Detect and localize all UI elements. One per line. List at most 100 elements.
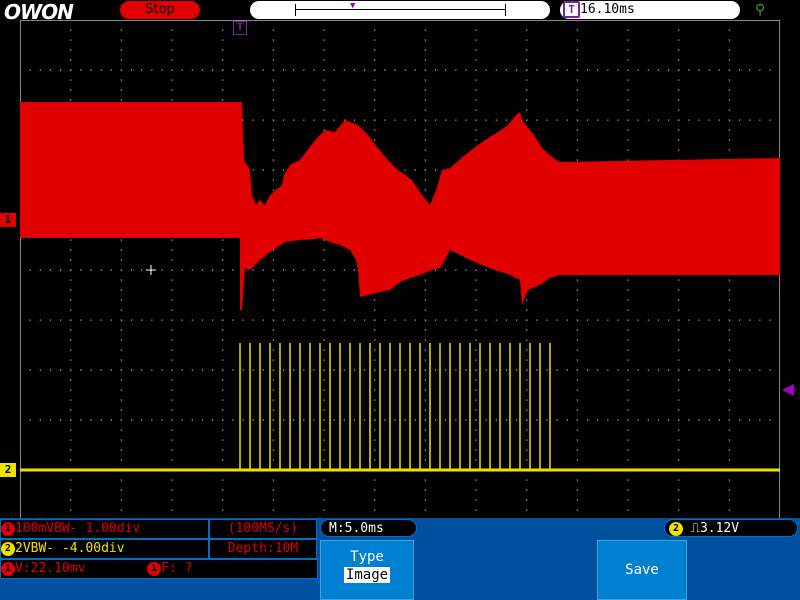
grid-dot — [475, 449, 477, 451]
grid-dot — [627, 299, 629, 301]
grid-dot — [262, 119, 264, 121]
grid-dot — [627, 59, 629, 61]
grid-dot — [120, 259, 123, 261]
grid-dot — [70, 419, 72, 421]
trigger-status[interactable]: 2 ⎍3.12V — [664, 519, 798, 537]
grid-dot — [445, 369, 447, 371]
grid-dot — [617, 119, 619, 121]
grid-dot — [475, 289, 477, 291]
grid-dot — [323, 399, 325, 401]
grid-dot — [475, 439, 477, 441]
grid-dot — [171, 479, 173, 481]
grid-dot — [728, 339, 731, 341]
grid-dot — [323, 299, 325, 301]
grid-dot — [424, 489, 427, 491]
grid-dot — [678, 509, 680, 511]
grid-dot — [323, 69, 325, 71]
grid-dot — [313, 119, 315, 121]
grid-dot — [678, 339, 680, 341]
grid-dot — [576, 39, 579, 41]
save-button[interactable]: Save — [597, 540, 687, 600]
trigger-time-marker[interactable]: T — [233, 21, 247, 35]
grid-dot — [475, 479, 477, 481]
grid-dot — [222, 39, 224, 41]
grid-dot — [171, 79, 173, 81]
grid-dot — [769, 419, 771, 421]
grid-dot — [333, 269, 335, 271]
grid-dot — [424, 99, 427, 101]
grid-dot — [475, 69, 477, 71]
grid-dot — [161, 419, 163, 421]
grid-dot — [151, 419, 153, 421]
grid-dot — [647, 319, 649, 321]
grid-dot — [576, 139, 579, 141]
ch1-marker[interactable]: 1 — [0, 213, 16, 227]
grid-dot — [597, 419, 599, 421]
grid-dot — [171, 349, 173, 351]
grid-dot — [657, 69, 660, 71]
grid-dot — [262, 69, 264, 71]
grid-dot — [404, 119, 406, 121]
grid-dot — [678, 99, 680, 101]
grid-dot — [272, 399, 275, 401]
grid-dot — [607, 369, 609, 371]
type-button[interactable]: Type Image — [320, 540, 414, 600]
run-stop-status[interactable]: Stop — [120, 1, 200, 19]
trigger-position-bar: ▼ — [250, 1, 550, 19]
grid-dot — [181, 69, 183, 71]
grid-dot — [171, 69, 173, 71]
grid-dot — [272, 499, 275, 501]
grid-dot — [252, 369, 254, 371]
grid-dot — [556, 369, 558, 371]
grid-dot — [627, 379, 629, 381]
grid-dot — [678, 449, 680, 451]
grid-dot — [272, 329, 275, 331]
trigger-source-icon: 2 — [669, 521, 683, 536]
grid-dot — [576, 319, 579, 321]
grid-dot — [627, 119, 629, 121]
grid-dot — [759, 119, 761, 121]
grid-dot — [120, 509, 123, 511]
trigger-level-icon[interactable] — [782, 384, 794, 396]
grid-dot — [171, 259, 173, 261]
ch2-marker[interactable]: 2 — [0, 463, 16, 477]
grid-dot — [70, 99, 72, 101]
grid-dot — [222, 399, 224, 401]
grid-dot — [647, 419, 649, 421]
grid-dot — [678, 329, 680, 331]
grid-dot — [728, 449, 731, 451]
grid-dot — [39, 369, 41, 371]
grid-dot — [70, 509, 72, 511]
grid-dot — [465, 319, 467, 321]
grid-dot — [323, 499, 325, 501]
grid-dot — [576, 129, 579, 131]
grid-dot — [424, 329, 427, 331]
frequency-readout: F: ? — [161, 561, 193, 576]
grid-dot — [333, 419, 335, 421]
grid-dot — [323, 29, 325, 31]
grid-dot — [374, 389, 376, 391]
grid-dot — [617, 369, 619, 371]
grid-dot — [627, 129, 629, 131]
grid-dot — [576, 59, 579, 61]
grid-dot — [424, 139, 427, 141]
grid-dot — [627, 489, 629, 491]
grid-dot — [394, 69, 396, 71]
grid-dot — [70, 79, 72, 81]
grid-dot — [617, 69, 619, 71]
grid-dot — [90, 419, 92, 421]
grid-dot — [728, 499, 731, 501]
grid-dot — [120, 99, 123, 101]
grid-dot — [728, 389, 731, 391]
grid-dot — [678, 79, 680, 81]
grid-dot — [434, 419, 437, 421]
grid-dot — [49, 419, 52, 421]
grid-dot — [120, 389, 123, 391]
grid-dot — [526, 89, 528, 91]
grid-dot — [576, 369, 579, 371]
grid-dot — [364, 69, 366, 71]
grid-dot — [374, 369, 376, 371]
grid-dot — [516, 369, 518, 371]
grid-dot — [475, 409, 477, 411]
timebase[interactable]: M:5.0ms — [320, 519, 417, 537]
